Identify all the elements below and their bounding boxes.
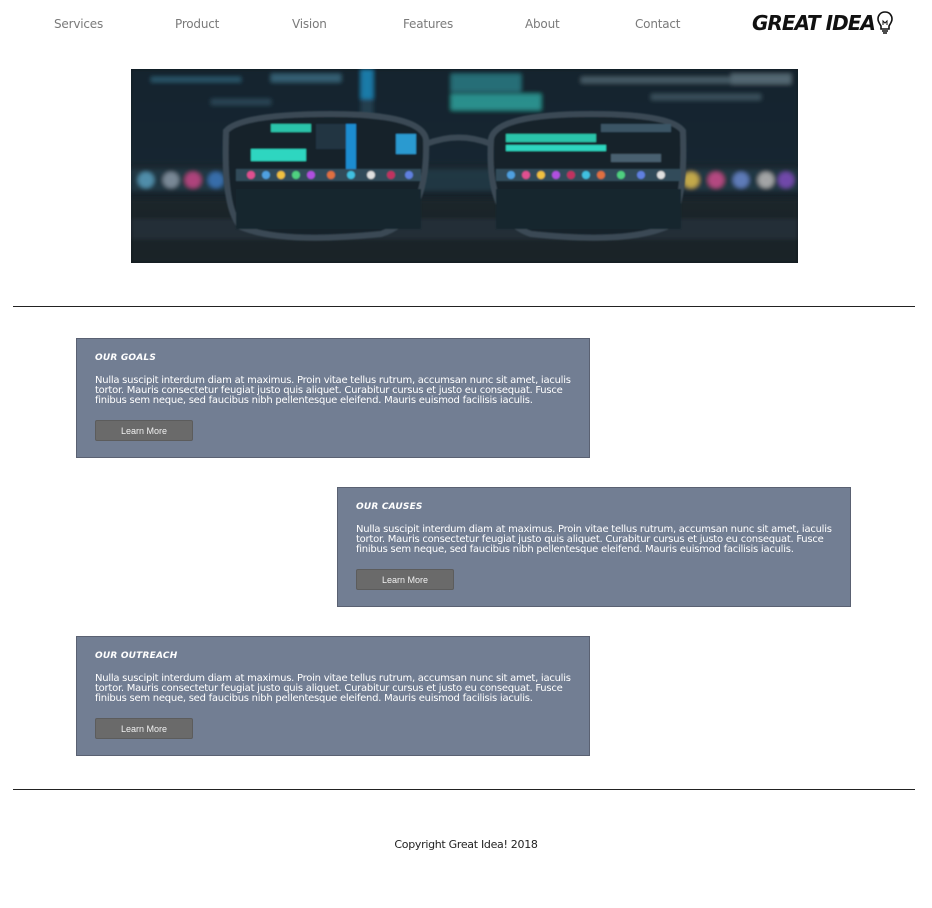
top-nav: Services Product Vision Features About C… [0, 0, 932, 50]
card-our-causes: OUR CAUSES Nulla suscipit interdum diam … [337, 487, 851, 607]
nav-link-about[interactable]: About [525, 17, 560, 31]
footer-copyright: Copyright Great Idea! 2018 [394, 838, 538, 851]
nav-link-contact[interactable]: Contact [635, 17, 680, 31]
logo-text: GREAT IDEA [752, 11, 876, 35]
learn-more-button[interactable]: Learn More [95, 420, 193, 441]
card-our-goals: OUR GOALS Nulla suscipit interdum diam a… [76, 338, 590, 458]
nav-link-vision[interactable]: Vision [292, 17, 327, 31]
card-title: OUR CAUSES [356, 502, 423, 512]
divider-top [13, 306, 915, 307]
site-logo[interactable]: GREAT IDEA [752, 10, 894, 36]
eyeglasses-on-keyboard-photo [131, 69, 798, 263]
nav-link-features[interactable]: Features [403, 17, 453, 31]
learn-more-button[interactable]: Learn More [356, 569, 454, 590]
hero-image [131, 69, 798, 263]
nav-link-services[interactable]: Services [54, 17, 103, 31]
card-title: OUR GOALS [95, 353, 157, 363]
card-title: OUR OUTREACH [95, 651, 178, 661]
learn-more-button[interactable]: Learn More [95, 718, 193, 739]
card-body: Nulla suscipit interdum diam at maximus.… [95, 375, 571, 406]
card-body: Nulla suscipit interdum diam at maximus.… [95, 673, 571, 704]
nav-link-product[interactable]: Product [175, 17, 219, 31]
lightbulb-icon [877, 11, 893, 34]
card-body: Nulla suscipit interdum diam at maximus.… [356, 524, 832, 555]
divider-bottom [13, 789, 915, 790]
card-our-outreach: OUR OUTREACH Nulla suscipit interdum dia… [76, 636, 590, 756]
